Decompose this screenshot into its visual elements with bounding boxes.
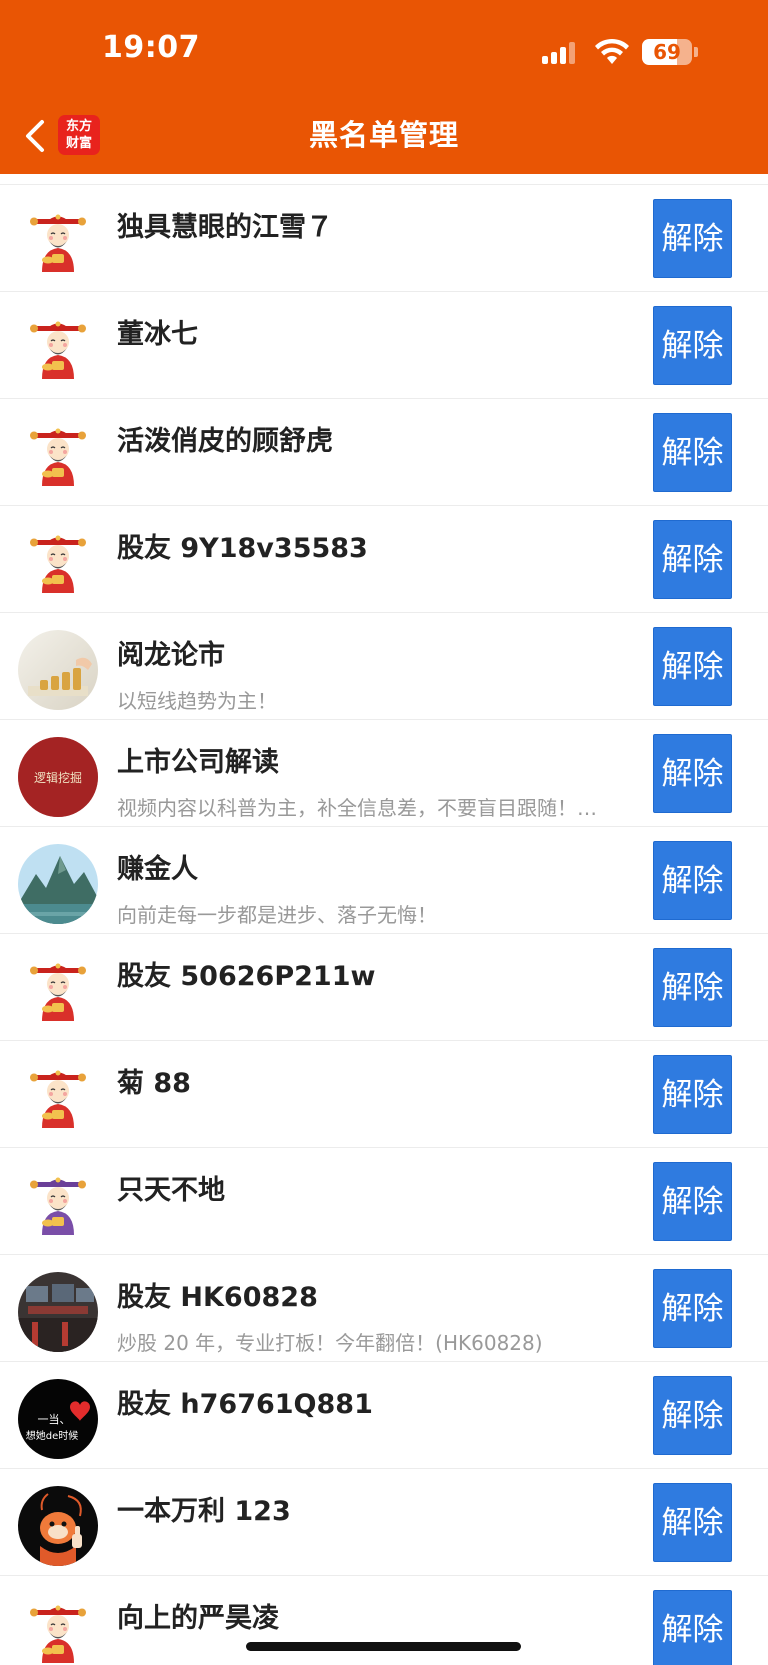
user-bio: 炒股 20 年，专业打板！今年翻倍！(HK60828)	[117, 1331, 543, 1355]
list-item[interactable]: 一本万利 123 解除	[0, 1469, 768, 1576]
user-bio: 视频内容以科普为主，补全信息差，不要盲目跟随！…	[117, 796, 597, 820]
unblock-button[interactable]: 解除	[653, 199, 732, 278]
svg-text:一当、: 一当、	[38, 1412, 71, 1426]
user-name[interactable]: 股友 h76761Q881	[117, 1382, 373, 1421]
list-item[interactable]: 向上的严昊凌 解除	[0, 1576, 768, 1665]
app-screen: 19:07 69 东方 财富 黑名单管理 独具慧眼的江雪７ 解除 董冰七 解除 …	[0, 0, 768, 1665]
list-item-partial	[0, 174, 768, 185]
list-item[interactable]: 菊 88 解除	[0, 1041, 768, 1148]
cellular-signal-icon	[542, 40, 578, 64]
caishen-avatar[interactable]	[18, 416, 98, 496]
user-bio: 以短线趋势为主！	[117, 689, 277, 713]
unblock-button[interactable]: 解除	[653, 413, 732, 492]
user-name[interactable]: 股友 HK60828	[117, 1275, 318, 1314]
wifi-icon	[595, 38, 629, 64]
trading-room-avatar[interactable]	[18, 1272, 98, 1352]
unblock-button[interactable]: 解除	[653, 306, 732, 385]
user-name[interactable]: 阅龙论市	[117, 633, 225, 672]
list-item[interactable]: 逻辑挖掘 上市公司解读视频内容以科普为主，补全信息差，不要盲目跟随！… 解除	[0, 720, 768, 827]
unblock-button[interactable]: 解除	[653, 841, 732, 920]
unblock-button[interactable]: 解除	[653, 948, 732, 1027]
list-item[interactable]: 一当、 想她de时候 股友 h76761Q881 解除	[0, 1362, 768, 1469]
list-item[interactable]: 阅龙论市以短线趋势为主！ 解除	[0, 613, 768, 720]
caishen-avatar[interactable]	[18, 309, 98, 389]
unblock-button[interactable]: 解除	[653, 1483, 732, 1562]
status-icons: 69	[542, 38, 698, 66]
unblock-button[interactable]: 解除	[653, 520, 732, 599]
svg-text:想她de时候: 想她de时候	[26, 1429, 79, 1442]
nav-header: 19:07 69 东方 财富 黑名单管理	[0, 0, 768, 174]
status-time: 19:07	[102, 30, 200, 65]
unblock-button[interactable]: 解除	[653, 1162, 732, 1241]
list-item[interactable]: 活泼俏皮的顾舒虎 解除	[0, 399, 768, 506]
logic-dig-avatar[interactable]: 逻辑挖掘	[18, 737, 98, 817]
caishen-avatar[interactable]	[18, 951, 98, 1031]
list-item[interactable]: 独具慧眼的江雪７ 解除	[0, 185, 768, 292]
battery-icon: 69	[642, 39, 692, 65]
unblock-button[interactable]: 解除	[653, 1269, 732, 1348]
caishen-avatar[interactable]	[18, 1593, 98, 1665]
page-title: 黑名单管理	[308, 118, 459, 152]
coins-avatar[interactable]	[18, 630, 98, 710]
cartoon-thumbsup-avatar[interactable]	[18, 1486, 98, 1566]
unblock-button[interactable]: 解除	[653, 1590, 732, 1665]
blacklist-rows: 独具慧眼的江雪７ 解除 董冰七 解除 活泼俏皮的顾舒虎 解除 股友 9Y18v35583 解除…	[0, 185, 768, 1665]
user-name[interactable]: 向上的严昊凌	[117, 1596, 279, 1635]
list-item[interactable]: 只天不地 解除	[0, 1148, 768, 1255]
user-name[interactable]: 菊 88	[117, 1061, 191, 1100]
list-item[interactable]: 赚金人向前走每一步都是进步、落子无悔！ 解除	[0, 827, 768, 934]
caishen-avatar[interactable]	[18, 202, 98, 282]
user-name[interactable]: 股友 9Y18v35583	[117, 526, 368, 565]
purple-caishen-avatar[interactable]	[18, 1165, 98, 1245]
mountain-avatar[interactable]	[18, 844, 98, 924]
user-name[interactable]: 董冰七	[117, 312, 198, 351]
unblock-button[interactable]: 解除	[653, 627, 732, 706]
caishen-avatar[interactable]	[18, 523, 98, 603]
unblock-button[interactable]: 解除	[653, 734, 732, 813]
user-name[interactable]: 一本万利 123	[117, 1489, 291, 1528]
svg-text:逻辑挖掘: 逻辑挖掘	[34, 770, 82, 785]
user-name[interactable]: 股友 50626P211w	[117, 954, 375, 993]
list-item[interactable]: 董冰七 解除	[0, 292, 768, 399]
blacklist: 独具慧眼的江雪７ 解除 董冰七 解除 活泼俏皮的顾舒虎 解除 股友 9Y18v35583 解除…	[0, 174, 768, 1665]
heart-text-avatar[interactable]: 一当、想她de时候	[18, 1379, 98, 1459]
user-name[interactable]: 活泼俏皮的顾舒虎	[117, 419, 333, 458]
user-bio: 向前走每一步都是进步、落子无悔！	[117, 903, 437, 927]
list-item[interactable]: 股友 HK60828 炒股 20 年，专业打板！今年翻倍！(HK60828) 解除	[0, 1255, 768, 1362]
home-indicator[interactable]	[246, 1642, 521, 1651]
user-name[interactable]: 只天不地	[117, 1168, 225, 1207]
battery-level: 69	[653, 40, 681, 64]
list-item[interactable]: 股友 50626P211w 解除	[0, 934, 768, 1041]
user-name[interactable]: 独具慧眼的江雪７	[117, 205, 333, 244]
unblock-button[interactable]: 解除	[653, 1055, 732, 1134]
user-name[interactable]: 上市公司解读	[117, 740, 279, 779]
list-item[interactable]: 股友 9Y18v35583 解除	[0, 506, 768, 613]
caishen-avatar[interactable]	[18, 1058, 98, 1138]
user-name[interactable]: 赚金人	[117, 847, 198, 886]
unblock-button[interactable]: 解除	[653, 1376, 732, 1455]
